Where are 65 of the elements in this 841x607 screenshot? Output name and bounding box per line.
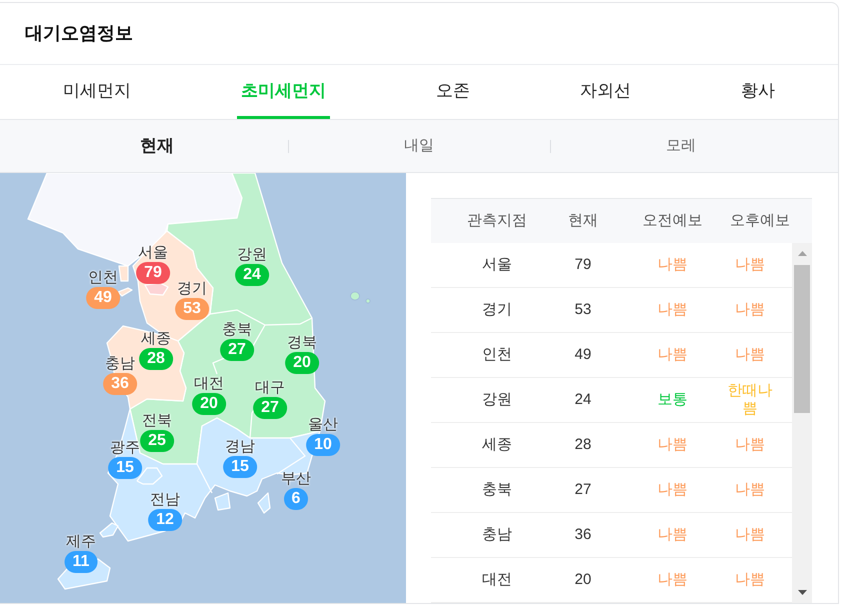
forecast-text: 나쁨 (658, 570, 688, 588)
forecast-text: 보통 (658, 390, 688, 408)
region-label: 울산 (308, 416, 338, 434)
region-label: 충남 (105, 355, 135, 373)
forecast-text: 나쁨 (735, 571, 765, 588)
forecast-text: 한때나쁨 (728, 382, 772, 417)
current-value: 28 (574, 436, 592, 453)
forecast-text: 나쁨 (658, 300, 688, 318)
forecast-text: 나쁨 (735, 346, 765, 363)
station-name: 강원 (482, 390, 512, 408)
station-name: 서울 (482, 256, 512, 273)
region-label: 경남 (225, 438, 255, 456)
region-label: 부산 (281, 470, 311, 488)
category-tab[interactable]: 자외선 (576, 65, 635, 119)
current-value: 49 (574, 346, 592, 363)
forecast-text: 나쁨 (735, 256, 765, 273)
forecast-text: 나쁨 (658, 346, 688, 363)
column-header: 오전예보 (642, 212, 702, 229)
station-name: 대전 (482, 570, 512, 588)
station-name: 충북 (482, 480, 512, 498)
current-value: 36 (574, 526, 592, 543)
station-name: 세종 (482, 436, 512, 453)
period-tab[interactable]: 모레 (660, 132, 702, 160)
region-label: 충북 (222, 321, 252, 339)
current-value: 20 (574, 570, 592, 588)
region-label: 경북 (287, 334, 317, 352)
region-label: 제주 (66, 533, 96, 551)
region-label: 광주 (110, 439, 140, 457)
region-label: 대전 (194, 375, 224, 393)
region-label: 강원 (237, 246, 267, 264)
region-label: 세종 (141, 330, 171, 348)
station-name: 충남 (482, 526, 512, 543)
category-tab[interactable]: 황사 (737, 65, 779, 119)
forecast-text: 나쁨 (735, 301, 765, 318)
region-label: 인천 (88, 269, 118, 287)
scrollbar-track[interactable] (792, 243, 812, 603)
period-tab[interactable]: 내일 (398, 132, 440, 160)
forecast-text: 나쁨 (658, 526, 688, 543)
region-label: 전남 (150, 491, 180, 509)
station-name: 인천 (482, 346, 512, 363)
forecast-text: 나쁨 (658, 256, 688, 273)
current-value: 24 (574, 390, 592, 408)
category-tab[interactable]: 미세먼지 (59, 65, 135, 119)
scroll-down-icon[interactable] (798, 590, 806, 594)
forecast-text: 나쁨 (658, 480, 688, 498)
column-header: 현재 (568, 212, 598, 229)
period-tab[interactable]: 현재 (134, 131, 180, 161)
forecast-text: 나쁨 (735, 481, 765, 498)
scrollbar-thumb[interactable] (794, 265, 810, 413)
region-label: 서울 (138, 244, 168, 262)
station-name: 경기 (482, 300, 512, 318)
forecast-text: 나쁨 (658, 436, 688, 453)
column-header: 오후예보 (730, 212, 790, 229)
region-label: 전북 (142, 412, 172, 430)
current-value: 27 (574, 480, 592, 498)
category-tab[interactable]: 오존 (432, 65, 474, 119)
forecast-text: 나쁨 (735, 436, 765, 453)
region-label: 경기 (177, 280, 207, 298)
current-value: 79 (574, 256, 592, 273)
scroll-up-icon[interactable] (798, 250, 806, 256)
region-label: 대구 (255, 379, 285, 397)
current-value: 53 (574, 300, 592, 318)
panel-title: 대기오염정보 (25, 22, 133, 45)
column-header: 관측지점 (467, 212, 527, 229)
forecast-text: 나쁨 (735, 526, 765, 543)
